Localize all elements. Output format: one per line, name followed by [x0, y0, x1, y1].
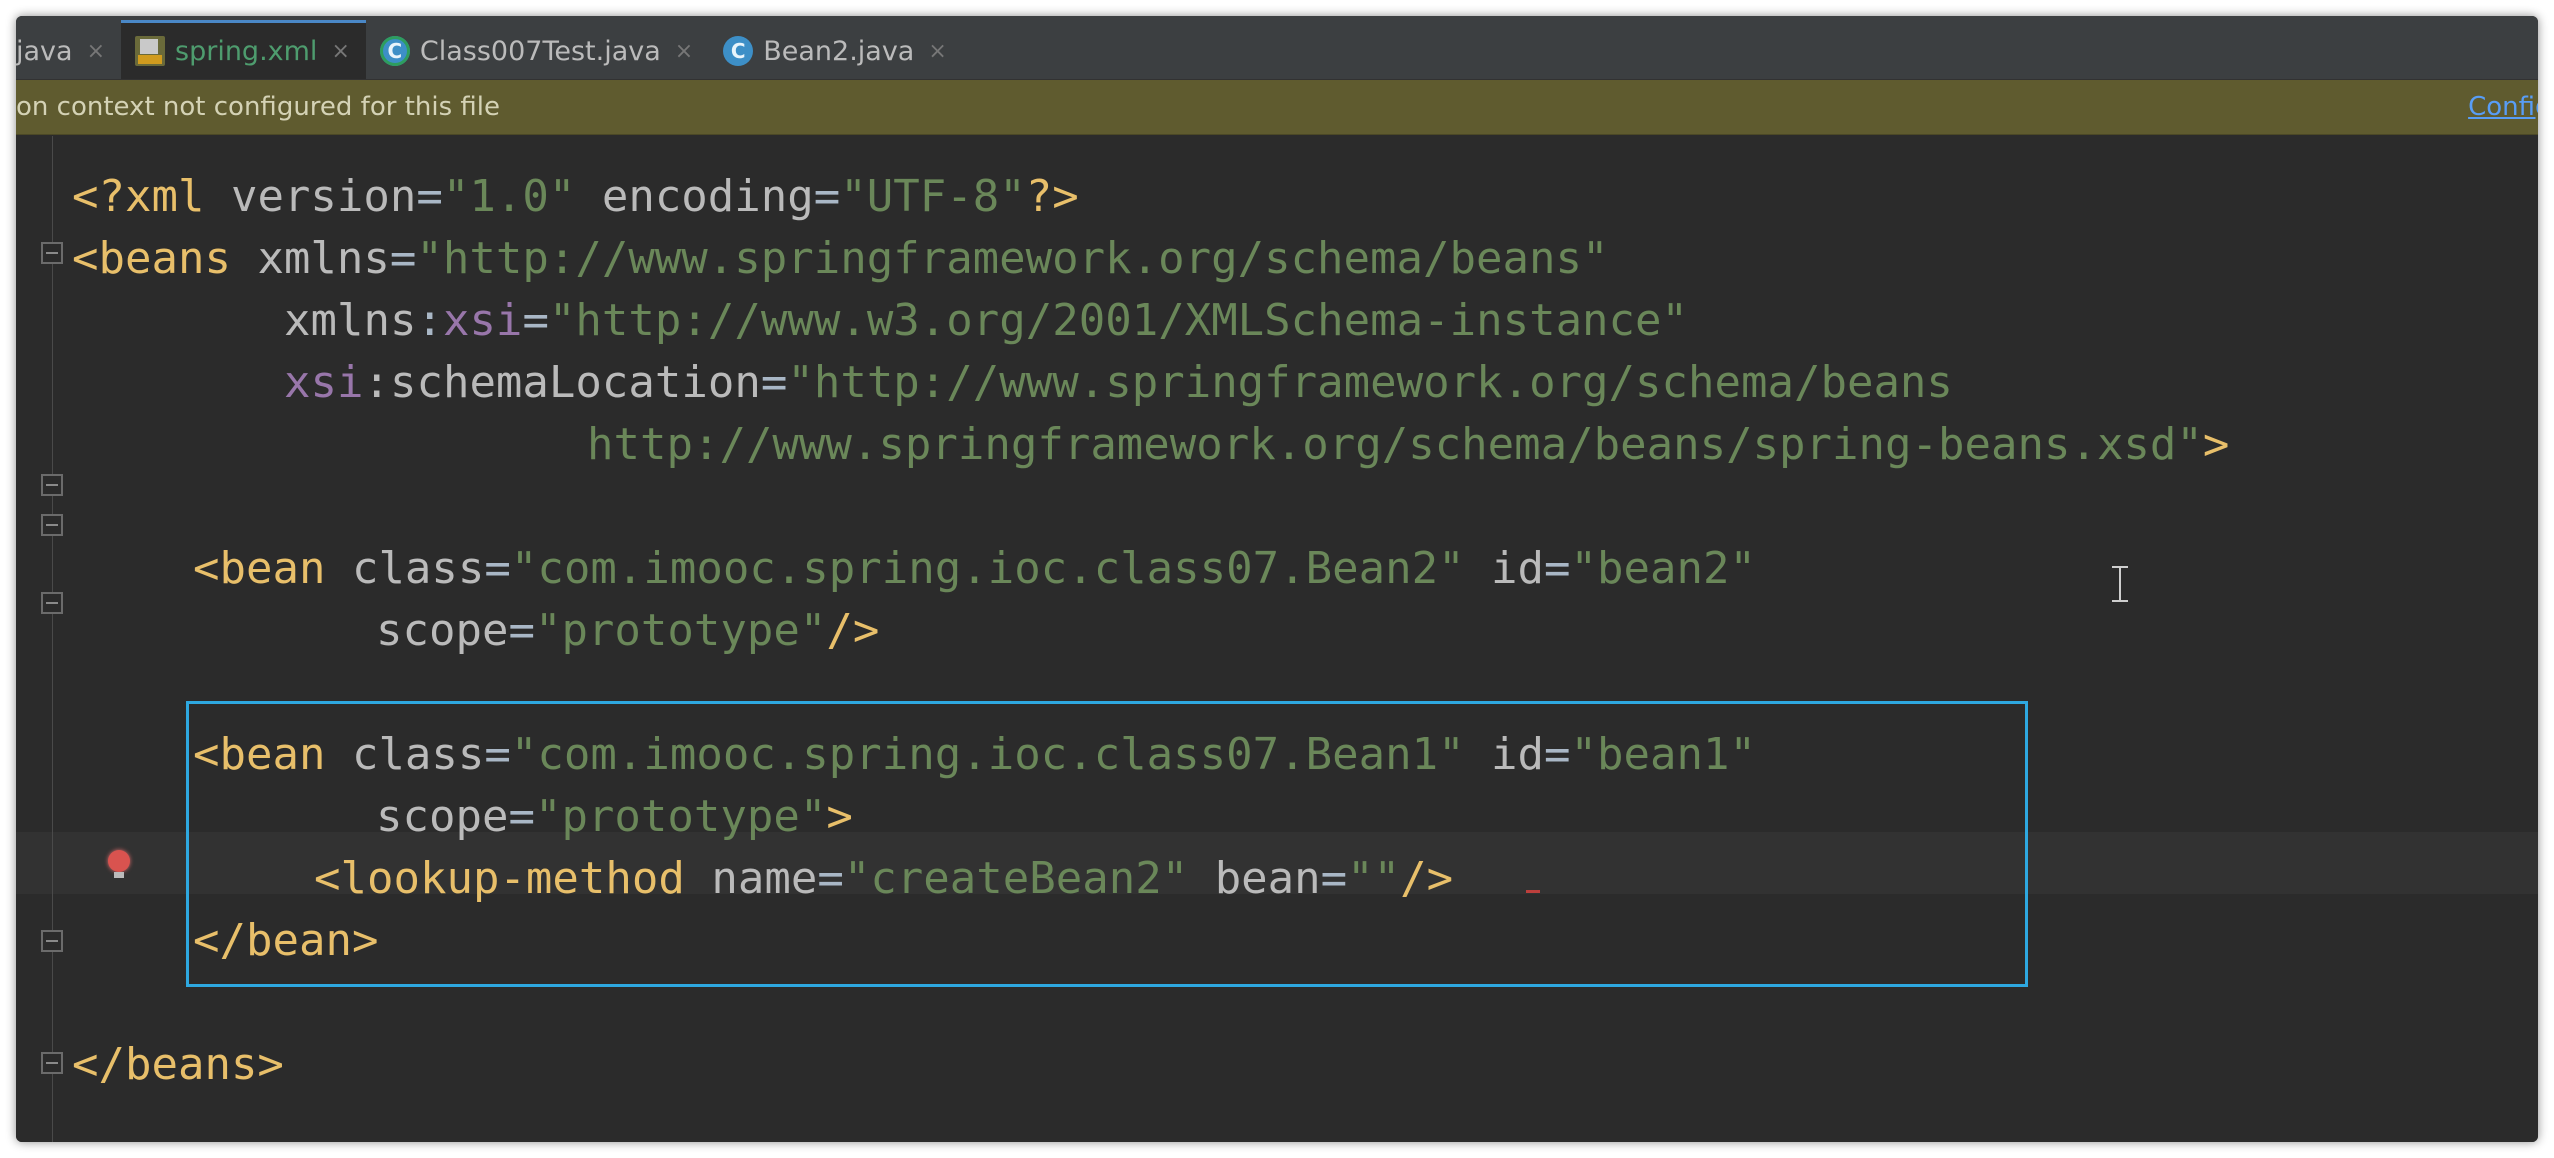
equals: = — [508, 605, 535, 656]
value-xsi: "http://www.w3.org/2001/XMLSchema-instan… — [548, 295, 1689, 346]
namespace-xsi: xsi — [284, 357, 364, 408]
tag-bean-open: <bean — [193, 543, 352, 594]
xml-decl-open: <?xml — [72, 171, 231, 222]
gutter-divider — [52, 136, 53, 1142]
fold-marker[interactable] — [41, 242, 63, 264]
java-class-icon — [723, 36, 754, 66]
equals: = — [760, 357, 788, 408]
fold-marker[interactable] — [41, 1052, 63, 1074]
configure-link[interactable]: Configu — [2468, 92, 2538, 122]
attr-version: version — [230, 171, 417, 222]
fold-marker[interactable] — [41, 474, 63, 496]
value-id: "bean2" — [1570, 543, 1756, 594]
attr-scope: scope — [376, 605, 509, 656]
close-icon[interactable]: × — [675, 39, 693, 64]
equals: = — [522, 295, 549, 346]
value-encoding: "UTF-8" — [840, 171, 1026, 222]
xml-file-icon — [135, 36, 166, 66]
namespace-xsi: xsi — [442, 295, 523, 346]
ide-window: java × spring.xml × Class007Test.java × … — [16, 16, 2538, 1142]
intention-bulb-icon[interactable] — [108, 850, 130, 878]
value-xmlns: "http://www.springframework.org/schema/b… — [416, 233, 1609, 284]
tab-label: Class007Test.java — [419, 35, 661, 67]
java-class-icon — [379, 36, 410, 66]
code-line-8: scope="prototype"/> — [376, 600, 879, 662]
close-icon[interactable]: × — [331, 39, 349, 64]
attr-xmlns: xmlns — [257, 233, 390, 284]
code-line-4: xsi:schemaLocation="http://www.springfra… — [284, 352, 1953, 414]
close-icon[interactable]: × — [87, 39, 105, 64]
tab-label: java — [16, 35, 73, 67]
tab-label: Bean2.java — [763, 35, 915, 67]
equals: = — [484, 543, 511, 594]
tab-label: spring.xml — [175, 35, 318, 67]
editor-tab-bar: java × spring.xml × Class007Test.java × … — [16, 16, 2538, 80]
notification-bar: on context not configured for this file … — [16, 80, 2538, 135]
code-line-3: xmlns:xsi="http://www.w3.org/2001/XMLSch… — [284, 290, 1688, 352]
text-cursor-icon — [2112, 566, 2128, 602]
tag-close: > — [2202, 419, 2230, 470]
value-scope: "prototype" — [534, 605, 827, 656]
fold-marker[interactable] — [41, 514, 63, 536]
equals: = — [1544, 543, 1571, 594]
code-line-2: <beans xmlns="http://www.springframework… — [72, 228, 1608, 290]
value-schema-location: "http://www.springframework.org/schema/b… — [787, 357, 1953, 408]
tag-beans-close: </beans> — [72, 1039, 284, 1090]
tab-bean2-java[interactable]: Bean2.java × — [709, 23, 963, 79]
fold-marker[interactable] — [41, 930, 63, 952]
highlight-box — [186, 701, 2028, 987]
colon: : — [416, 295, 443, 346]
equals: = — [813, 171, 841, 222]
close-icon[interactable]: × — [928, 39, 946, 64]
equals: = — [389, 233, 417, 284]
code-line-5: http://www.springframework.org/schema/be… — [587, 414, 2229, 476]
code-line-15: </beans> — [72, 1034, 284, 1096]
attr-schema-location: :schemaLocation — [363, 357, 761, 408]
value-class: "com.imooc.spring.ioc.class07.Bean2" — [510, 543, 1465, 594]
code-editor[interactable]: <?xml version="1.0" encoding="UTF-8"?> <… — [16, 136, 2538, 1142]
tab-class007test-java[interactable]: Class007Test.java × — [366, 23, 709, 79]
code-line-1: <?xml version="1.0" encoding="UTF-8"?> — [72, 166, 1079, 228]
notification-message: on context not configured for this file — [16, 92, 500, 122]
tab-spring-xml[interactable]: spring.xml × — [121, 20, 366, 79]
xml-decl-close: ?> — [1025, 171, 1079, 222]
attr-xmlns: xmlns — [284, 295, 417, 346]
value-version: "1.0" — [442, 171, 576, 222]
attr-id: id — [1464, 543, 1545, 594]
equals: = — [416, 171, 443, 222]
tab-java[interactable]: java × — [16, 23, 121, 79]
tag-self-close: /> — [826, 605, 880, 656]
value-schema-location-cont: http://www.springframework.org/schema/be… — [587, 419, 2203, 470]
attr-encoding: encoding — [575, 171, 814, 222]
fold-marker[interactable] — [41, 592, 63, 614]
code-line-7: <bean class="com.imooc.spring.ioc.class0… — [193, 538, 1756, 600]
attr-class: class — [351, 543, 485, 594]
tag-beans-open: <beans — [72, 233, 258, 284]
